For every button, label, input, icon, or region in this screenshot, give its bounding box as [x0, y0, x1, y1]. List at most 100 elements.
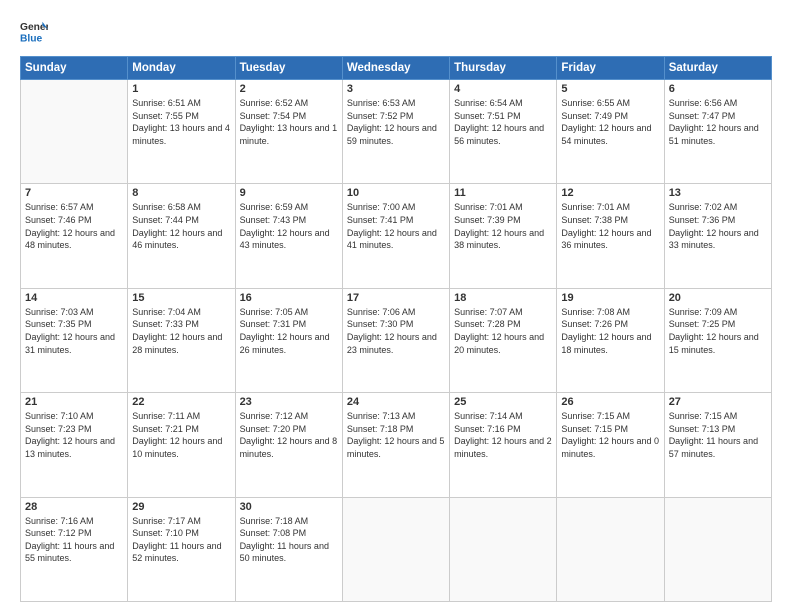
- calendar-cell: 15 Sunrise: 7:04 AMSunset: 7:33 PMDayligh…: [128, 288, 235, 392]
- cell-info: Sunrise: 7:02 AMSunset: 7:36 PMDaylight:…: [669, 201, 767, 251]
- cell-info: Sunrise: 7:07 AMSunset: 7:28 PMDaylight:…: [454, 306, 552, 356]
- day-number: 30: [240, 501, 338, 513]
- calendar-week-row: 7 Sunrise: 6:57 AMSunset: 7:46 PMDaylight…: [21, 184, 772, 288]
- cell-info: Sunrise: 7:12 AMSunset: 7:20 PMDaylight:…: [240, 410, 338, 460]
- day-number: 11: [454, 187, 552, 199]
- day-number: 20: [669, 292, 767, 304]
- calendar-cell: 18 Sunrise: 7:07 AMSunset: 7:28 PMDayligh…: [450, 288, 557, 392]
- weekday-header-row: SundayMondayTuesdayWednesdayThursdayFrid…: [21, 57, 772, 80]
- day-number: 13: [669, 187, 767, 199]
- day-number: 22: [132, 396, 230, 408]
- day-number: 10: [347, 187, 445, 199]
- logo-icon: General Blue: [20, 18, 48, 46]
- day-number: 16: [240, 292, 338, 304]
- cell-info: Sunrise: 7:09 AMSunset: 7:25 PMDaylight:…: [669, 306, 767, 356]
- calendar-cell: 29 Sunrise: 7:17 AMSunset: 7:10 PMDayligh…: [128, 497, 235, 601]
- day-number: 6: [669, 83, 767, 95]
- cell-info: Sunrise: 6:53 AMSunset: 7:52 PMDaylight:…: [347, 97, 445, 147]
- calendar-cell: [21, 80, 128, 184]
- calendar-cell: 1 Sunrise: 6:51 AMSunset: 7:55 PMDaylight…: [128, 80, 235, 184]
- weekday-header: Thursday: [450, 57, 557, 80]
- day-number: 5: [561, 83, 659, 95]
- calendar-week-row: 1 Sunrise: 6:51 AMSunset: 7:55 PMDaylight…: [21, 80, 772, 184]
- weekday-header: Friday: [557, 57, 664, 80]
- cell-info: Sunrise: 6:52 AMSunset: 7:54 PMDaylight:…: [240, 97, 338, 147]
- day-number: 14: [25, 292, 123, 304]
- calendar-week-row: 21Sunrise: 7:10 AMSunset: 7:23 PMDayligh…: [21, 393, 772, 497]
- calendar-cell: 13 Sunrise: 7:02 AMSunset: 7:36 PMDayligh…: [664, 184, 771, 288]
- day-number: 18: [454, 292, 552, 304]
- cell-info: Sunrise: 7:05 AMSunset: 7:31 PMDaylight:…: [240, 306, 338, 356]
- cell-info: Sunrise: 6:59 AMSunset: 7:43 PMDaylight:…: [240, 201, 338, 251]
- day-number: 12: [561, 187, 659, 199]
- day-number: 2: [240, 83, 338, 95]
- weekday-header: Wednesday: [342, 57, 449, 80]
- calendar-cell: [664, 497, 771, 601]
- calendar-cell: 3 Sunrise: 6:53 AMSunset: 7:52 PMDaylight…: [342, 80, 449, 184]
- calendar-cell: 16 Sunrise: 7:05 AMSunset: 7:31 PMDayligh…: [235, 288, 342, 392]
- calendar-cell: 10 Sunrise: 7:00 AMSunset: 7:41 PMDayligh…: [342, 184, 449, 288]
- cell-info: Sunrise: 7:04 AMSunset: 7:33 PMDaylight:…: [132, 306, 230, 356]
- calendar-cell: 11 Sunrise: 7:01 AMSunset: 7:39 PMDayligh…: [450, 184, 557, 288]
- weekday-header: Saturday: [664, 57, 771, 80]
- calendar-cell: 9Sunrise: 6:59 AMSunset: 7:43 PMDaylight…: [235, 184, 342, 288]
- calendar-cell: 7 Sunrise: 6:57 AMSunset: 7:46 PMDaylight…: [21, 184, 128, 288]
- calendar-cell: 19 Sunrise: 7:08 AMSunset: 7:26 PMDayligh…: [557, 288, 664, 392]
- calendar-cell: [342, 497, 449, 601]
- day-number: 15: [132, 292, 230, 304]
- svg-text:Blue: Blue: [20, 33, 43, 44]
- calendar-cell: 27Sunrise: 7:15 AMSunset: 7:13 PMDayligh…: [664, 393, 771, 497]
- calendar-cell: 25Sunrise: 7:14 AMSunset: 7:16 PMDayligh…: [450, 393, 557, 497]
- weekday-header: Monday: [128, 57, 235, 80]
- day-number: 3: [347, 83, 445, 95]
- calendar-cell: 17Sunrise: 7:06 AMSunset: 7:30 PMDayligh…: [342, 288, 449, 392]
- calendar-table: SundayMondayTuesdayWednesdayThursdayFrid…: [20, 56, 772, 602]
- day-number: 7: [25, 187, 123, 199]
- cell-info: Sunrise: 7:08 AMSunset: 7:26 PMDaylight:…: [561, 306, 659, 356]
- day-number: 19: [561, 292, 659, 304]
- calendar-cell: [557, 497, 664, 601]
- day-number: 24: [347, 396, 445, 408]
- calendar-cell: [450, 497, 557, 601]
- cell-info: Sunrise: 7:15 AMSunset: 7:15 PMDaylight:…: [561, 410, 659, 460]
- day-number: 29: [132, 501, 230, 513]
- calendar-cell: 8 Sunrise: 6:58 AMSunset: 7:44 PMDaylight…: [128, 184, 235, 288]
- cell-info: Sunrise: 7:00 AMSunset: 7:41 PMDaylight:…: [347, 201, 445, 251]
- weekday-header: Tuesday: [235, 57, 342, 80]
- day-number: 21: [25, 396, 123, 408]
- calendar-cell: 20 Sunrise: 7:09 AMSunset: 7:25 PMDayligh…: [664, 288, 771, 392]
- calendar-cell: 24 Sunrise: 7:13 AMSunset: 7:18 PMDayligh…: [342, 393, 449, 497]
- cell-info: Sunrise: 6:55 AMSunset: 7:49 PMDaylight:…: [561, 97, 659, 147]
- day-number: 8: [132, 187, 230, 199]
- cell-info: Sunrise: 7:17 AMSunset: 7:10 PMDaylight:…: [132, 515, 230, 565]
- cell-info: Sunrise: 7:01 AMSunset: 7:38 PMDaylight:…: [561, 201, 659, 251]
- weekday-header: Sunday: [21, 57, 128, 80]
- day-number: 25: [454, 396, 552, 408]
- cell-info: Sunrise: 7:01 AMSunset: 7:39 PMDaylight:…: [454, 201, 552, 251]
- day-number: 28: [25, 501, 123, 513]
- cell-info: Sunrise: 7:11 AMSunset: 7:21 PMDaylight:…: [132, 410, 230, 460]
- cell-info: Sunrise: 7:18 AMSunset: 7:08 PMDaylight:…: [240, 515, 338, 565]
- calendar-cell: 30 Sunrise: 7:18 AMSunset: 7:08 PMDayligh…: [235, 497, 342, 601]
- cell-info: Sunrise: 6:58 AMSunset: 7:44 PMDaylight:…: [132, 201, 230, 251]
- day-number: 4: [454, 83, 552, 95]
- calendar-week-row: 28 Sunrise: 7:16 AMSunset: 7:12 PMDayligh…: [21, 497, 772, 601]
- cell-info: Sunrise: 6:56 AMSunset: 7:47 PMDaylight:…: [669, 97, 767, 147]
- day-number: 1: [132, 83, 230, 95]
- calendar-week-row: 14 Sunrise: 7:03 AMSunset: 7:35 PMDayligh…: [21, 288, 772, 392]
- cell-info: Sunrise: 7:13 AMSunset: 7:18 PMDaylight:…: [347, 410, 445, 460]
- cell-info: Sunrise: 7:16 AMSunset: 7:12 PMDaylight:…: [25, 515, 123, 565]
- calendar-cell: 28 Sunrise: 7:16 AMSunset: 7:12 PMDayligh…: [21, 497, 128, 601]
- calendar-cell: 22 Sunrise: 7:11 AMSunset: 7:21 PMDayligh…: [128, 393, 235, 497]
- day-number: 26: [561, 396, 659, 408]
- cell-info: Sunrise: 7:06 AMSunset: 7:30 PMDaylight:…: [347, 306, 445, 356]
- calendar-cell: 21Sunrise: 7:10 AMSunset: 7:23 PMDayligh…: [21, 393, 128, 497]
- calendar-cell: 4 Sunrise: 6:54 AMSunset: 7:51 PMDaylight…: [450, 80, 557, 184]
- cell-info: Sunrise: 7:03 AMSunset: 7:35 PMDaylight:…: [25, 306, 123, 356]
- cell-info: Sunrise: 6:51 AMSunset: 7:55 PMDaylight:…: [132, 97, 230, 147]
- cell-info: Sunrise: 6:54 AMSunset: 7:51 PMDaylight:…: [454, 97, 552, 147]
- page: General Blue SundayMondayTuesdayWednesda…: [0, 0, 792, 612]
- day-number: 27: [669, 396, 767, 408]
- cell-info: Sunrise: 6:57 AMSunset: 7:46 PMDaylight:…: [25, 201, 123, 251]
- calendar-cell: 23Sunrise: 7:12 AMSunset: 7:20 PMDayligh…: [235, 393, 342, 497]
